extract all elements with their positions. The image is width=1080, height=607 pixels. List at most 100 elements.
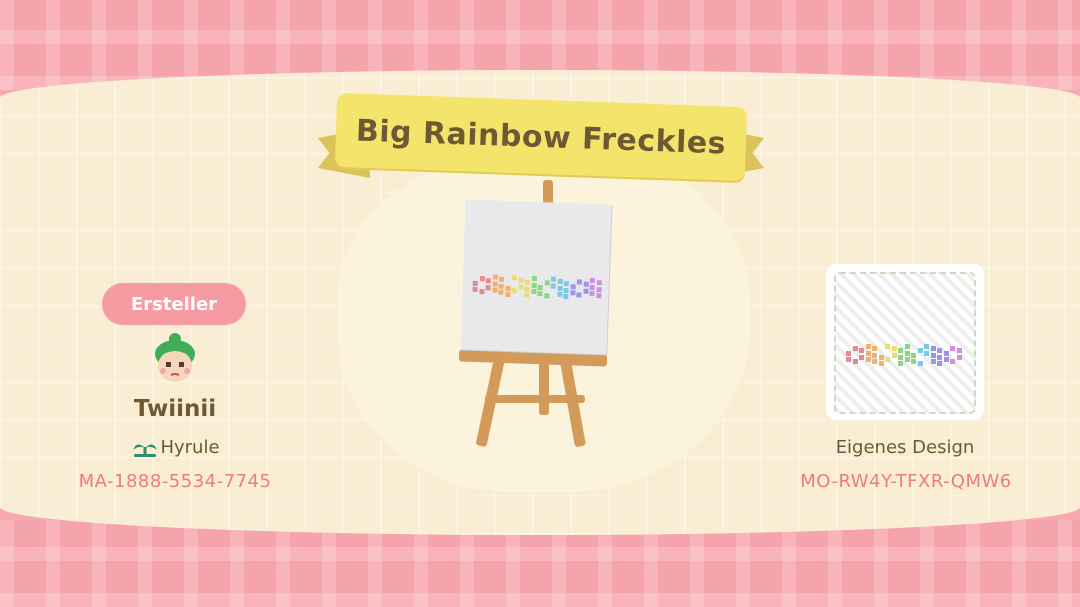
- freckle-dot: [911, 359, 916, 364]
- freckle-dot: [937, 348, 942, 353]
- freckle-dot: [859, 354, 864, 360]
- freckle-dot: [865, 350, 871, 356]
- freckle-dot: [924, 344, 929, 349]
- freckle-dot: [530, 288, 537, 295]
- freckle-dot: [505, 285, 511, 291]
- freckle-dot: [589, 284, 595, 290]
- freckle-dot: [524, 286, 530, 292]
- freckle-dot: [576, 279, 582, 285]
- freckle-dot: [589, 277, 595, 284]
- freckle-dot: [904, 344, 910, 349]
- freckle-dot: [498, 289, 504, 295]
- freckle-dot: [878, 354, 884, 360]
- rainbow-freckles: [472, 274, 603, 311]
- freckle-dot: [930, 346, 936, 351]
- freckle-dot: [846, 357, 851, 362]
- creator-island: Hyrule: [96, 437, 256, 458]
- freckle-dot: [846, 350, 851, 356]
- freckle-dot: [582, 288, 589, 294]
- freckle-dot: [872, 359, 877, 364]
- freckle-dot: [543, 293, 549, 299]
- freckle-dot: [511, 275, 518, 281]
- freckle-dot: [531, 275, 537, 282]
- design-code: MO-RW4Y-TFXR-QMW6: [800, 471, 1012, 492]
- creator-label: Ersteller: [130, 293, 218, 315]
- freckle-dot: [504, 291, 510, 298]
- freckle-dot: [472, 280, 478, 286]
- freckle-dot: [595, 293, 601, 299]
- freckle-dot: [531, 282, 537, 288]
- freckle-dot: [596, 286, 602, 292]
- creator-label-pill: Ersteller: [102, 283, 246, 325]
- freckle-dot: [943, 357, 949, 362]
- freckle-dot: [498, 283, 504, 289]
- freckle-dot: [891, 352, 897, 358]
- freckle-dot: [479, 276, 485, 282]
- island-sprout-icon: [133, 443, 158, 457]
- freckle-dot: [904, 350, 910, 356]
- freckle-dot: [563, 287, 569, 293]
- freckle-dot: [563, 280, 569, 287]
- freckle-dot: [937, 361, 942, 366]
- freckle-dot: [537, 284, 543, 290]
- freckle-dot: [576, 292, 582, 298]
- freckle-dot: [492, 280, 498, 287]
- freckle-dot: [524, 292, 530, 298]
- freckle-dot: [518, 283, 524, 290]
- design-type: Eigenes Design: [835, 437, 975, 458]
- freckle-dot: [524, 279, 530, 285]
- freckle-dot: [485, 284, 491, 290]
- freckle-dot: [950, 346, 955, 351]
- freckle-dot: [537, 291, 543, 297]
- easel-crossbar: [485, 395, 585, 403]
- freckle-dot: [583, 281, 589, 287]
- design-preview-pattern: [834, 272, 976, 414]
- freckle-dot: [956, 348, 962, 353]
- freckle-dot: [518, 277, 524, 283]
- freckle-dot: [917, 348, 923, 353]
- freckle-dot: [550, 283, 556, 289]
- freckle-dot: [478, 289, 485, 295]
- freckle-dot: [956, 354, 962, 360]
- creator-name: Twiinii: [133, 396, 217, 422]
- preview-freckles: [846, 344, 966, 370]
- freckle-dot: [885, 357, 890, 362]
- freckle-dot: [898, 361, 903, 366]
- freckle-dot: [865, 344, 871, 349]
- freckle-dot: [924, 350, 929, 356]
- freckle-dot: [491, 287, 498, 293]
- freckle-dot: [878, 361, 884, 366]
- freckle-dot: [492, 274, 498, 280]
- creator-id: MA-1888-5534-7745: [78, 471, 272, 492]
- easel: [455, 180, 615, 450]
- freckle-dot: [930, 352, 936, 358]
- freckle-dot: [872, 352, 877, 358]
- villager-avatar-icon: [155, 333, 195, 382]
- island-name: Hyrule: [160, 437, 220, 458]
- freckle-dot: [872, 346, 877, 351]
- design-title: Big Rainbow Freckles: [355, 113, 727, 161]
- freckle-dot: [485, 278, 491, 284]
- freckle-dot: [557, 285, 563, 291]
- freckle-dot: [852, 359, 858, 364]
- freckle-dot: [556, 291, 562, 297]
- freckle-dot: [943, 350, 949, 356]
- freckle-dot: [570, 283, 576, 289]
- freckle-dot: [498, 276, 504, 282]
- freckle-dot: [859, 348, 864, 353]
- freckle-dot: [898, 354, 903, 360]
- freckle-dot: [589, 290, 595, 297]
- freckle-dot: [550, 276, 557, 282]
- freckle-dot: [865, 357, 871, 362]
- freckle-dot: [904, 357, 910, 362]
- freckle-dot: [937, 354, 942, 360]
- design-preview: [826, 264, 984, 420]
- freckle-dot: [852, 346, 858, 351]
- freckle-dot: [472, 286, 478, 292]
- freckle-dot: [930, 359, 936, 364]
- freckle-dot: [885, 344, 890, 349]
- freckle-dot: [511, 288, 517, 294]
- freckle-dot: [563, 293, 569, 300]
- freckle-dot: [596, 280, 602, 286]
- freckle-dot: [898, 348, 903, 353]
